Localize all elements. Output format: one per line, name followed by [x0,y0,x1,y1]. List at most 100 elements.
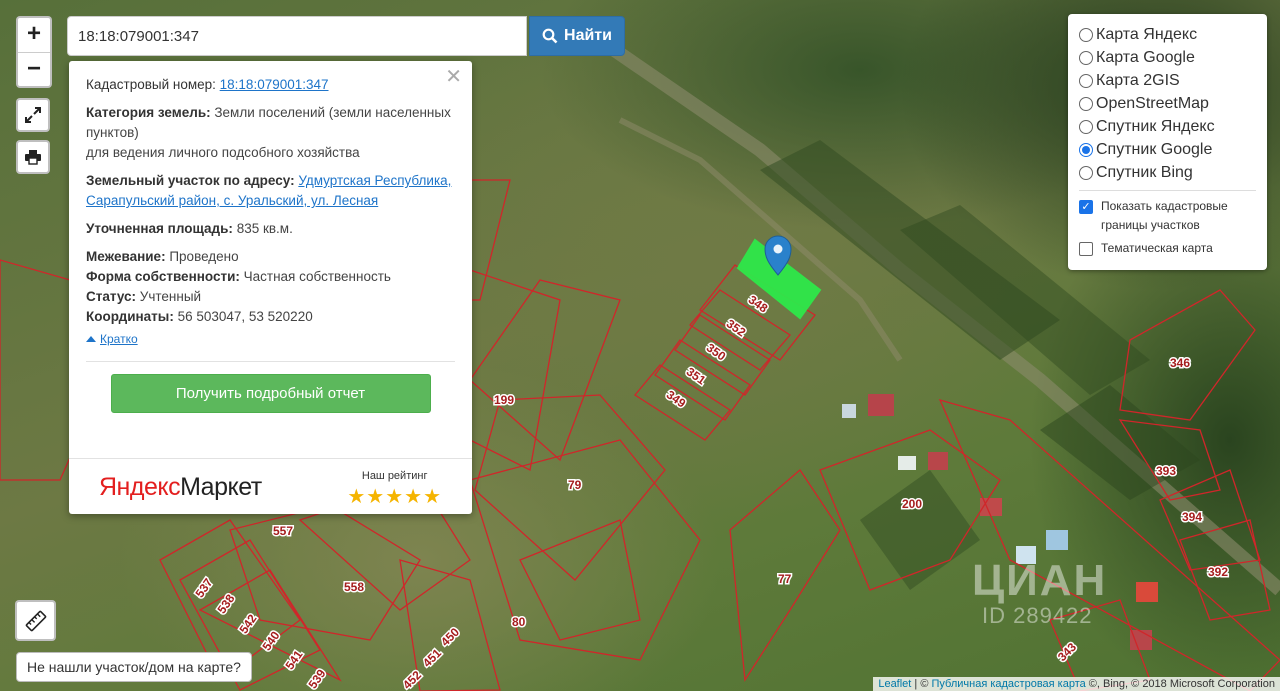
cadastral-label: Кадастровый номер: [86,77,216,92]
layer-option[interactable]: Карта Яндекс [1079,23,1267,46]
radio-button-selected[interactable] [1079,142,1093,157]
divider [1079,190,1256,191]
zoom-in-button[interactable]: + [18,18,50,52]
rating-label: Наш рейтинг [361,469,428,482]
printer-icon [25,150,41,165]
lot-label: 557 [273,524,293,538]
category-purpose: для ведения личного подсобного хозяйства [86,145,360,160]
lot-label: 199 [494,393,514,407]
ownership-row: Форма собственности: Частная собственнос… [86,267,455,287]
layer-label: OpenStreetMap [1096,94,1209,112]
lot-label: 392 [1208,565,1228,579]
pkk-link[interactable]: Публичная кадастровая карта [932,678,1086,690]
layer-option[interactable]: Спутник Google [1079,138,1267,161]
lot-label: 558 [344,580,364,594]
yandex-market-logo: ЯндексМаркет [99,474,262,499]
coords-label: Координаты: [86,309,174,324]
layer-option[interactable]: OpenStreetMap [1079,92,1267,115]
get-report-button[interactable]: Получить подробный отчет [110,374,431,413]
watermark-brand: ЦИАН [972,556,1108,605]
lot-label: 348 [746,293,771,316]
short-link[interactable]: Кратко [100,329,138,349]
show-borders-label: Показать кадастровые границы участков [1101,199,1228,232]
lot-label: 538 [215,592,238,617]
category-row: Категория земель: Земли поселений (земли… [86,103,455,163]
radio-button[interactable] [1079,50,1093,65]
show-borders-option[interactable]: ✓ Показать кадастровые границы участков [1079,197,1267,235]
layer-switcher: Карта Яндекс Карта Google Карта 2GIS Ope… [1068,14,1267,270]
radio-button[interactable] [1079,96,1093,111]
checkbox-checked[interactable]: ✓ [1079,200,1093,214]
layer-option[interactable]: Спутник Яндекс [1079,115,1267,138]
divider [86,361,455,362]
status-value: Учтенный [139,289,202,304]
fullscreen-button[interactable] [16,98,50,132]
leaflet-link[interactable]: Leaflet [878,678,911,690]
thematic-option[interactable]: Тематическая карта [1079,239,1267,258]
cadastral-link[interactable]: 18:18:079001:347 [220,77,329,92]
collapse-toggle[interactable]: Кратко [86,329,455,349]
rating-block: Наш рейтинг ★★★★★ [347,466,442,508]
lot-label: 200 [902,497,922,511]
layer-label: Карта 2GIS [1096,71,1180,89]
logo-part-market: Маркет [180,472,262,501]
rating-stars: ★★★★★ [347,485,442,508]
radio-button[interactable] [1079,119,1093,134]
triangle-up-icon [86,336,96,342]
address-label: Земельный участок по адресу: [86,173,295,188]
radio-button[interactable] [1079,27,1093,42]
thematic-label: Тематическая карта [1101,241,1213,255]
print-button[interactable] [16,140,50,174]
lot-label: 539 [306,667,329,691]
ruler-icon [25,610,46,631]
yandex-market-banner[interactable]: ЯндексМаркет Наш рейтинг ★★★★★ [69,458,472,514]
survey-label: Межевание: [86,249,166,264]
radio-button[interactable] [1079,73,1093,88]
attribution-rest: ©, Bing, © 2018 Microsoft Corporation [1085,678,1275,690]
lot-label: 351 [684,365,709,388]
attribution-separator: | © [911,678,932,690]
radio-button[interactable] [1079,165,1093,180]
search-button-label: Найти [564,27,612,44]
cadastral-row: Кадастровый номер: 18:18:079001:347 [86,75,455,95]
lot-label: 537 [193,576,216,601]
layer-label: Спутник Bing [1096,163,1193,181]
layer-label: Спутник Яндекс [1096,117,1215,135]
lot-label: 77 [778,572,792,586]
ruler-button[interactable] [15,600,56,641]
lot-label: 542 [237,612,260,637]
parcel-info-popup: ✕ Кадастровый номер: 18:18:079001:347 Ка… [69,61,472,514]
area-value: 835 кв.м. [236,221,293,236]
layer-option[interactable]: Карта 2GIS [1079,69,1267,92]
layer-option[interactable]: Спутник Bing [1079,161,1267,184]
layer-label: Карта Google [1096,48,1195,66]
search-icon [542,28,558,44]
search-button[interactable]: Найти [529,16,625,56]
layer-label: Спутник Google [1096,140,1213,158]
close-icon[interactable]: ✕ [445,67,462,87]
search-input[interactable] [67,16,527,56]
ownership-value: Частная собственность [243,269,391,284]
address-row: Земельный участок по адресу: Удмуртская … [86,171,455,211]
lot-label: 350 [704,341,729,364]
survey-value: Проведено [169,249,239,264]
zoom-out-button[interactable]: − [18,52,50,86]
lot-label: 450 [438,625,462,649]
not-found-button[interactable]: Не нашли участок/дом на карте? [16,652,252,682]
lot-label: 352 [724,317,749,340]
ownership-label: Форма собственности: [86,269,240,284]
lot-label: 79 [568,478,582,492]
expand-icon [25,107,41,123]
lot-label: 393 [1156,464,1176,478]
lot-label: 452 [400,668,424,691]
layer-option[interactable]: Карта Google [1079,46,1267,69]
zoom-control: + − [16,16,52,88]
lot-label: 346 [1170,356,1190,370]
lot-label: 343 [1055,640,1079,664]
checkbox[interactable] [1079,242,1093,256]
watermark-id: ID 289422 [982,603,1093,628]
status-row: Статус: Учтенный [86,287,455,307]
area-row: Уточненная площадь: 835 кв.м. [86,219,455,239]
coords-row: Координаты: 56 503047, 53 520220 [86,307,455,327]
lot-label: 394 [1182,510,1202,524]
